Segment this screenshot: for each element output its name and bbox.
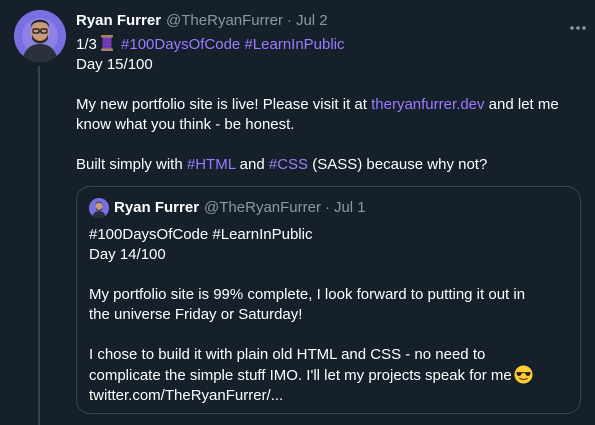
hashtag-100daysofcode[interactable]: #100DaysOfCode [121,36,240,53]
portfolio-link[interactable]: theryanfurrer.dev [371,96,484,113]
author-handle[interactable]: @TheRyanFurrer [166,11,283,31]
quoted-day-counter: Day 14/100 [89,246,166,263]
quoted-tweet-header: Ryan Furrer @TheRyanFurrer · Jul 1 [89,198,569,218]
tweet-header: Ryan Furrer @TheRyanFurrer · Jul 2 [76,11,581,31]
quoted-tweet-card[interactable]: Ryan Furrer @TheRyanFurrer · Jul 1 #100D… [76,186,581,414]
quoted-author-name: Ryan Furrer [114,199,200,216]
sunglasses-face-icon [514,365,533,384]
quoted-paragraph-text: My portfolio site is 99% complete, I loo… [89,286,526,303]
tweet[interactable]: Ryan Furrer @TheRyanFurrer · Jul 2 1/3 #… [0,0,595,425]
quoted-paragraph-text: complicate the simple stuff IMO. I'll le… [89,367,512,384]
quoted-author-handle: @TheRyanFurrer [204,199,321,216]
paragraph-text: and let me [484,96,559,113]
hashtag-html[interactable]: #HTML [187,156,236,173]
paragraph-text: (SASS) because why not? [308,156,488,173]
hashtag-css[interactable]: #CSS [269,156,308,173]
hashtag-learninpublic[interactable]: #LearnInPublic [244,36,344,53]
paragraph-text: My new portfolio site is live! Please vi… [76,96,372,113]
tweet-date[interactable]: Jul 2 [296,11,328,31]
paragraph-text: Built simply with [76,156,187,173]
separator-dot: · [324,199,330,216]
author-name[interactable]: Ryan Furrer [76,11,161,31]
author-avatar[interactable] [14,10,66,62]
quoted-paragraph-text: the universe Friday or Saturday! [89,306,303,323]
quoted-paragraph-text: I chose to build it with plain old HTML … [89,346,486,363]
thread-connector-line [38,66,40,425]
quoted-truncated-link: twitter.com/TheRyanFurrer/... [89,387,284,404]
quoted-author-avatar [89,198,109,218]
quoted-hashtags: #100DaysOfCode #LearnInPublic [89,226,313,243]
thread-counter: 1/3 [76,36,97,53]
spool-of-thread-icon [100,35,113,51]
quoted-tweet-date: Jul 1 [333,199,366,216]
paragraph-text: know what you think - be honest. [76,116,295,133]
tweet-text: 1/3 #100DaysOfCode #LearnInPublic Day 15… [76,35,581,175]
separator-dot: · [286,12,292,29]
day-counter: Day 15/100 [76,56,153,73]
tweet-content: Ryan Furrer @TheRyanFurrer · Jul 2 1/3 #… [76,11,581,175]
paragraph-text: and [235,156,269,173]
quoted-tweet-text: #100DaysOfCode #LearnInPublic Day 14/100… [89,225,569,406]
